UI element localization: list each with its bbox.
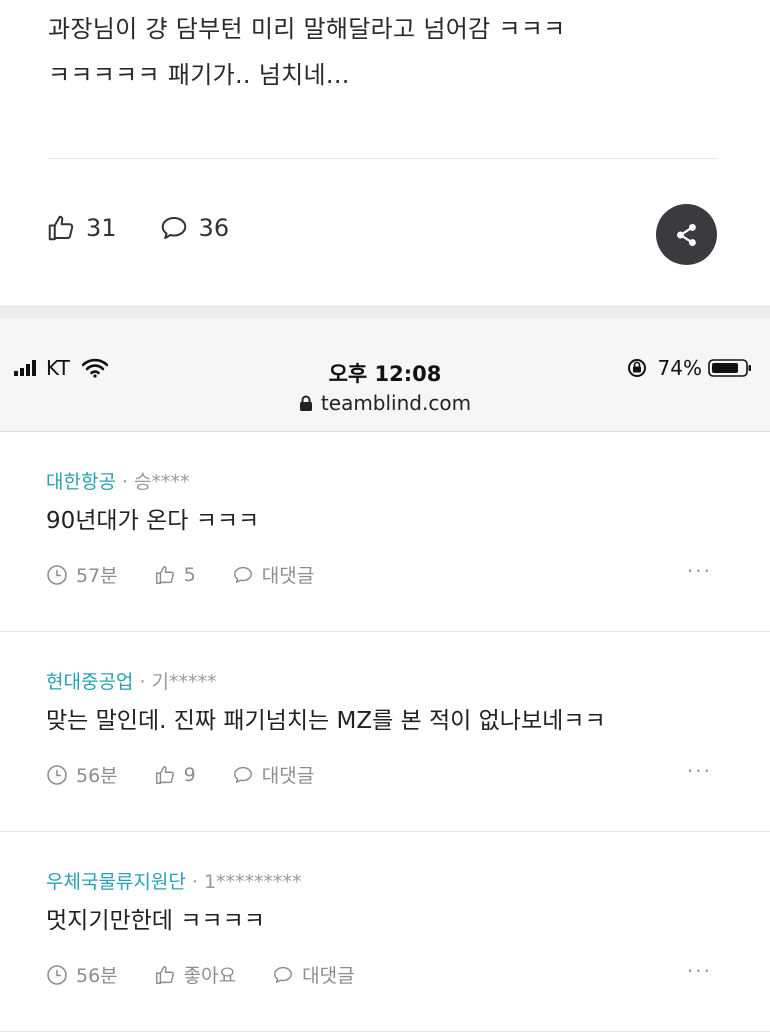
comment-text: 90년대가 온다 ㅋㅋㅋ (46, 508, 260, 534)
comment-like-button[interactable]: 9 (154, 764, 196, 786)
comment-footer: 56분 좋아요 대댓글 (46, 961, 391, 988)
comment-footer: 57분 5 대댓글 (46, 561, 350, 588)
time-label: 57분 (76, 565, 118, 587)
like-label: 9 (183, 763, 196, 786)
comment-like-button[interactable]: 좋아요 (154, 961, 236, 988)
time-label: 56분 (76, 965, 118, 987)
thumbs-up-icon (155, 965, 174, 984)
comment-author[interactable]: 우체국물류지원단 · 1********* (46, 867, 302, 894)
lock-icon (299, 395, 312, 411)
masked-user: · 승**** (115, 471, 190, 493)
reply-button[interactable]: 대댓글 (232, 761, 314, 788)
address-bar[interactable]: teamblind.com (0, 391, 770, 415)
post-body: 과장님이 걍 담부턴 미리 말해달라고 넘어감 ㅋㅋㅋ ㅋㅋㅋㅋㅋ 패기가.. … (48, 6, 728, 98)
time-label: 56분 (76, 765, 118, 787)
clock-icon (47, 964, 67, 985)
share-icon (676, 223, 696, 246)
masked-user: · 기***** (133, 671, 217, 693)
comment-button[interactable]: 36 (159, 213, 230, 243)
speech-bubble-icon (233, 766, 252, 783)
post-text-line: 과장님이 걍 담부턴 미리 말해달라고 넘어감 ㅋㅋㅋ (48, 15, 566, 43)
status-right: 74% (626, 356, 752, 380)
comment-time: 57분 (46, 561, 118, 588)
company-name[interactable]: 현대중공업 (46, 671, 133, 693)
like-label: 좋아요 (183, 965, 237, 987)
comment-like-button[interactable]: 5 (154, 564, 196, 586)
post-actions: 31 36 (46, 213, 271, 243)
more-options-button[interactable]: ··· (687, 559, 712, 583)
section-separator (0, 305, 770, 318)
reply-button[interactable]: 대댓글 (232, 561, 314, 588)
comment-footer: 56분 9 대댓글 (46, 761, 350, 788)
battery-icon (708, 359, 751, 377)
battery-percent: 74% (657, 356, 702, 380)
comment-author[interactable]: 현대중공업 · 기***** (46, 667, 217, 694)
like-count: 31 (86, 214, 117, 242)
thumbs-up-icon (155, 765, 174, 784)
comment-text: 멋지기만한데 ㅋㅋㅋㅋ (46, 908, 265, 934)
more-options-button[interactable]: ··· (687, 959, 712, 983)
share-button[interactable] (656, 204, 717, 265)
comment-text: 맞는 말인데. 진짜 패기넘치는 MZ를 본 적이 없나보네ㅋㅋ (46, 708, 606, 734)
url-text: teamblind.com (320, 391, 472, 415)
thumbs-up-icon (155, 565, 174, 584)
thumbs-up-icon (48, 215, 74, 241)
comment-item: 우체국물류지원단 · 1********* 멋지기만한데 ㅋㅋㅋㅋ 56분 좋아… (0, 831, 770, 1032)
comment-time: 56분 (46, 761, 118, 788)
divider (48, 158, 718, 159)
clock-icon (47, 764, 67, 785)
more-options-button[interactable]: ··· (687, 759, 712, 783)
company-name[interactable]: 대한항공 (46, 471, 116, 493)
like-label: 5 (183, 563, 196, 586)
masked-user: · 1********* (185, 871, 302, 893)
comment-author[interactable]: 대한항공 · 승**** (46, 467, 190, 494)
browser-screen: KT 오후 12:08 74% teamblind.com 대한항공 · 승**… (0, 318, 770, 1035)
speech-bubble-icon (233, 566, 252, 583)
speech-bubble-icon (161, 217, 186, 239)
like-button[interactable]: 31 (46, 213, 117, 243)
post-text-line: ㅋㅋㅋㅋㅋ 패기가.. 넘치네... (48, 61, 350, 89)
reply-button[interactable]: 대댓글 (272, 961, 355, 988)
reply-label: 대댓글 (261, 765, 315, 787)
post-card: 과장님이 걍 담부턴 미리 말해달라고 넘어감 ㅋㅋㅋ ㅋㅋㅋㅋㅋ 패기가.. … (0, 0, 770, 305)
status-bar: KT 오후 12:08 74% teamblind.com (0, 318, 770, 432)
comment-time: 56분 (46, 961, 118, 988)
clock-icon (47, 564, 67, 585)
comment-item: 대한항공 · 승**** 90년대가 온다 ㅋㅋㅋ 57분 5 대댓글 ··· (0, 431, 770, 632)
reply-label: 대댓글 (302, 965, 355, 987)
comment-count: 36 (198, 214, 230, 242)
reply-label: 대댓글 (261, 565, 315, 587)
speech-bubble-icon (274, 966, 293, 983)
comment-item: 현대중공업 · 기***** 맞는 말인데. 진짜 패기넘치는 MZ를 본 적이… (0, 631, 770, 832)
company-name[interactable]: 우체국물류지원단 (46, 871, 186, 893)
rotation-lock-icon (627, 359, 646, 377)
